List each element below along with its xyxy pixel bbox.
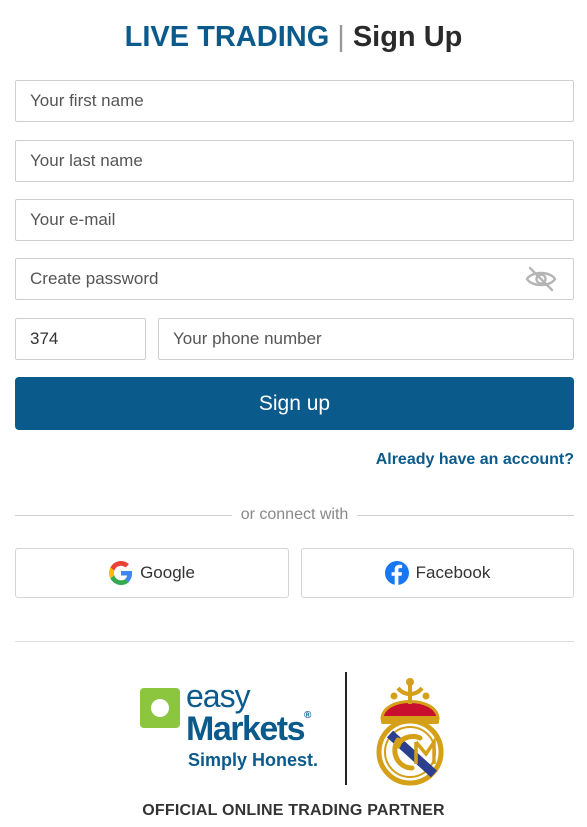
google-icon — [109, 561, 133, 585]
real-madrid-crest-icon — [368, 674, 452, 786]
first-name-field-wrapper — [15, 80, 574, 122]
sign-up-button[interactable]: Sign up — [15, 377, 574, 430]
registered-mark: ® — [304, 710, 311, 721]
google-label: Google — [140, 563, 195, 582]
divider-line-right — [357, 514, 575, 516]
easymarkets-logo-markets: Markets® — [186, 710, 311, 749]
password-input[interactable] — [16, 259, 573, 299]
last-name-input[interactable] — [16, 141, 573, 181]
partner-logos: easy Markets® Simply Honest. — [138, 672, 458, 790]
official-partner-text: OFFICIAL ONLINE TRADING PARTNER — [142, 802, 445, 819]
facebook-icon — [384, 561, 409, 585]
phone-code-field-wrapper — [15, 318, 146, 360]
title-sign-up: Sign Up — [352, 21, 463, 53]
email-field-wrapper — [15, 199, 574, 241]
easymarkets-logo-markets-text: Markets — [186, 710, 306, 748]
phone-number-input[interactable] — [159, 319, 573, 359]
password-field-wrapper — [15, 258, 574, 300]
logo-separator — [345, 672, 347, 785]
phone-code-input[interactable] — [16, 319, 145, 359]
connect-divider: or connect with — [15, 505, 575, 525]
title-separator: | — [337, 21, 345, 53]
footer-divider — [15, 641, 574, 642]
google-button[interactable]: Google — [15, 548, 289, 598]
eye-slash-icon[interactable] — [525, 265, 557, 293]
easymarkets-logo-mark — [140, 688, 180, 728]
email-input[interactable] — [16, 200, 573, 240]
connect-with-text: or connect with — [240, 506, 349, 523]
divider-line-left — [15, 514, 232, 516]
last-name-field-wrapper — [15, 140, 574, 182]
already-have-account-link[interactable]: Already have an account? — [376, 451, 574, 469]
easymarkets-slogan: Simply Honest. — [188, 750, 319, 770]
page-title: LIVE TRADING | Sign Up — [0, 18, 587, 56]
title-live-trading: LIVE TRADING — [124, 21, 330, 53]
facebook-button[interactable]: Facebook — [301, 548, 574, 598]
first-name-input[interactable] — [16, 81, 573, 121]
facebook-label: Facebook — [415, 563, 491, 582]
phone-number-field-wrapper — [158, 318, 574, 360]
